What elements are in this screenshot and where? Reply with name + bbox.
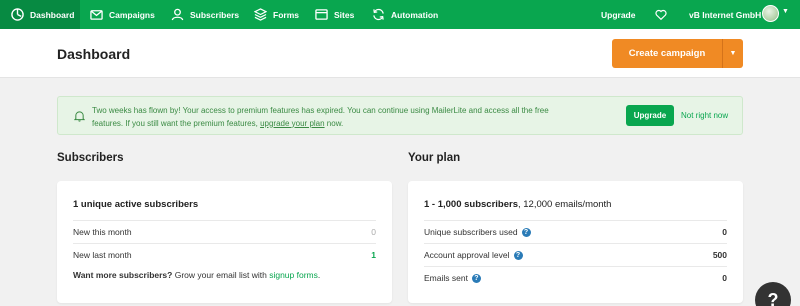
- nav-upgrade-link[interactable]: Upgrade: [601, 0, 635, 29]
- dashboard-icon: [11, 8, 24, 21]
- table-row: New this month 0: [73, 220, 376, 243]
- heart-icon: [655, 9, 667, 20]
- browser-icon: [315, 9, 328, 20]
- row-value: 0: [722, 227, 727, 237]
- row-label: Unique subscribers used: [424, 226, 518, 237]
- nav-label: Subscribers: [190, 9, 240, 20]
- row-value: 0: [722, 273, 727, 283]
- nav-label: Forms: [273, 9, 299, 20]
- nav-forms[interactable]: Forms: [254, 0, 299, 29]
- row-value[interactable]: 1: [371, 250, 376, 260]
- subscribers-card: 1 unique active subscribers New this mon…: [57, 181, 392, 303]
- plan-card: 1 - 1,000 subscribers, 12,000 emails/mon…: [408, 181, 743, 303]
- grow-list-end: .: [317, 270, 321, 280]
- create-campaign-label: Create campaign: [628, 48, 706, 59]
- favorites-heart-button[interactable]: [655, 0, 667, 29]
- table-row: New last month 1: [73, 243, 376, 266]
- nav-dashboard[interactable]: Dashboard: [0, 0, 80, 29]
- user-icon: [171, 8, 184, 21]
- card-title: 1 - 1,000 subscribers, 12,000 emails/mon…: [424, 199, 611, 210]
- top-navigation: Dashboard Campaigns Subscribers Forms Si…: [0, 0, 800, 29]
- help-icon[interactable]: ?: [513, 251, 523, 261]
- plan-emails: , 12,000 emails/month: [518, 199, 612, 210]
- create-campaign-button[interactable]: Create campaign ▼: [612, 39, 743, 68]
- nav-label: Dashboard: [30, 9, 75, 20]
- banner-text-end: now.: [324, 118, 344, 128]
- row-label: Account approval level: [424, 249, 510, 260]
- row-label: New this month: [73, 227, 132, 237]
- page-header: Dashboard Create campaign ▼: [0, 29, 800, 78]
- signup-forms-link[interactable]: signup forms: [269, 270, 318, 280]
- grow-list-bold: Want more subscribers?: [73, 270, 173, 280]
- row-label: Emails sent: [424, 272, 468, 283]
- banner-upgrade-button[interactable]: Upgrade: [626, 105, 674, 126]
- not-right-now-link[interactable]: Not right now: [681, 111, 728, 120]
- chevron-down-icon[interactable]: ▼: [723, 50, 743, 57]
- banner-message: Two weeks has flown by! Your access to p…: [92, 105, 572, 130]
- page-title: Dashboard: [57, 46, 131, 62]
- row-value: 500: [712, 250, 727, 260]
- help-chat-button[interactable]: ?: [755, 282, 791, 306]
- nav-label: Automation: [391, 9, 439, 20]
- help-icon[interactable]: ?: [521, 228, 531, 238]
- nav-automation[interactable]: Automation: [372, 0, 438, 29]
- unique-subscribers-count: 1 unique active subscribers: [73, 199, 199, 210]
- row-value: 0: [371, 227, 376, 237]
- plan-section-title: Your plan: [408, 152, 461, 164]
- nav-label: Sites: [334, 9, 355, 20]
- refresh-icon: [373, 8, 384, 21]
- layers-icon: [254, 8, 267, 21]
- grow-list-middle: Grow your email list with: [172, 270, 270, 280]
- mail-icon: [90, 10, 103, 20]
- table-row: Account approval level? 500: [424, 243, 727, 266]
- upgrade-plan-link[interactable]: upgrade your plan: [260, 119, 325, 128]
- avatar[interactable]: [762, 5, 779, 22]
- help-icon[interactable]: ?: [471, 274, 481, 284]
- table-row: Unique subscribers used? 0: [424, 220, 727, 243]
- premium-expired-banner: Two weeks has flown by! Your access to p…: [57, 96, 743, 135]
- row-label: New last month: [73, 250, 132, 260]
- bell-icon: [74, 111, 85, 122]
- nav-subscribers[interactable]: Subscribers: [171, 0, 239, 29]
- chevron-down-icon[interactable]: ▼: [782, 8, 789, 15]
- card-title: 1 unique active subscribers: [73, 199, 198, 210]
- table-row: Emails sent? 0: [424, 266, 727, 289]
- nav-sites[interactable]: Sites: [315, 0, 354, 29]
- nav-campaigns[interactable]: Campaigns: [90, 0, 155, 29]
- grow-list-text: Want more subscribers? Grow your email l…: [73, 270, 320, 280]
- account-name[interactable]: vB Internet GmbH: [689, 0, 761, 29]
- subscribers-section-title: Subscribers: [57, 152, 124, 164]
- nav-label: Campaigns: [109, 9, 155, 20]
- plan-tier: 1 - 1,000 subscribers: [424, 199, 518, 210]
